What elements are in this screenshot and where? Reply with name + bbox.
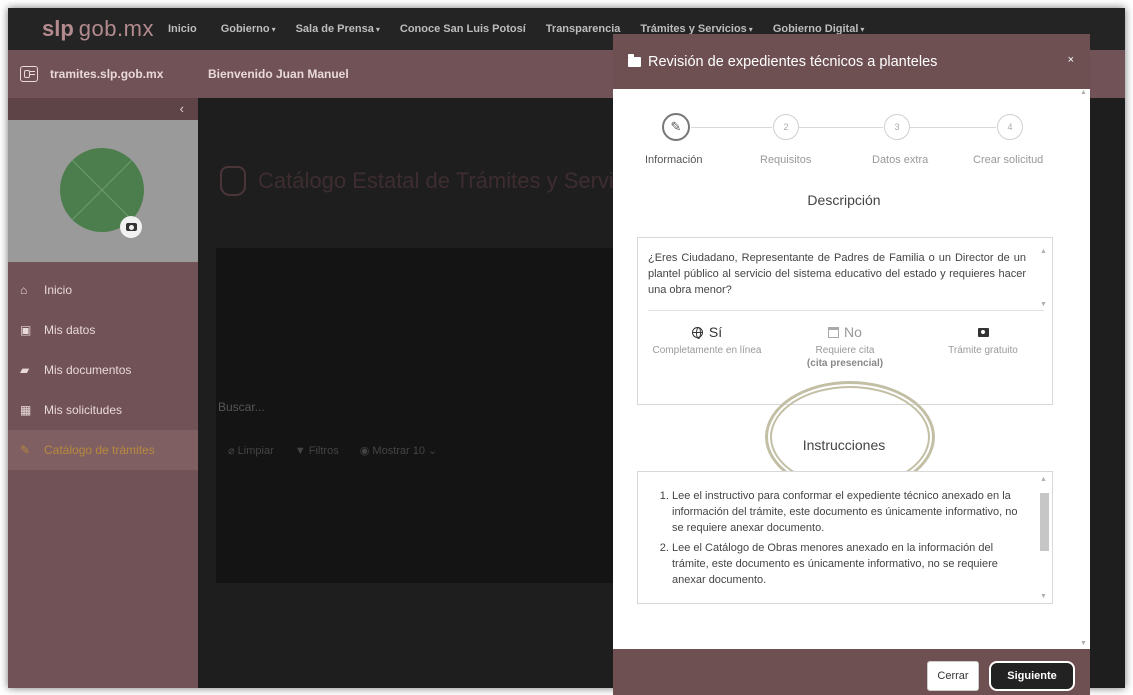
folder-icon — [628, 53, 641, 67]
filters-button[interactable]: ▼ Filtros — [295, 445, 339, 457]
scroll-up-icon[interactable]: ▲ — [1080, 89, 1087, 96]
instruction-item: Lee el instructivo para conformar el exp… — [672, 488, 1024, 536]
description-box: ¿Eres Ciudadano, Representante de Padres… — [637, 237, 1053, 405]
id-icon: ▣ — [20, 323, 32, 337]
sidebar-item-catalogo[interactable]: ✎ Catálogo de trámites — [8, 430, 198, 470]
sidebar: ‹ ⌂ Inicio ▣ Mis datos ▰ Mis documentos … — [8, 98, 198, 688]
chevron-down-icon: ▾ — [748, 25, 753, 34]
sidebar-item-label: Mis solicitudes — [44, 403, 123, 417]
feature-appointment: No Requiere cita (cita presencial) — [776, 323, 914, 370]
sidebar-item-label: Catálogo de trámites — [44, 443, 155, 457]
home-icon: ⌂ — [20, 283, 28, 297]
instructions-list: Lee el instructivo para conformar el exp… — [638, 472, 1052, 598]
feature-free: Trámite gratuito — [914, 323, 1052, 370]
welcome-text: Bienvenido Juan Manuel — [208, 67, 349, 81]
sidebar-menu: ⌂ Inicio ▣ Mis datos ▰ Mis documentos ▦ … — [8, 262, 198, 470]
description-text: ¿Eres Ciudadano, Representante de Padres… — [648, 252, 1026, 296]
sidebar-item-mis-solicitudes[interactable]: ▦ Mis solicitudes — [8, 390, 198, 430]
instruction-item: Lee el Catálogo de Obras menores anexado… — [672, 540, 1024, 588]
wizard-steps: ✎ 2 3 4 Información Requisitos Datos ext… — [613, 112, 1075, 172]
close-button[interactable]: Cerrar — [927, 661, 979, 691]
sidebar-item-mis-documentos[interactable]: ▰ Mis documentos — [8, 350, 198, 390]
scroll-down-icon[interactable]: ▼ — [1040, 301, 1047, 308]
sidebar-item-label: Mis documentos — [44, 363, 132, 377]
chevron-down-icon: ▾ — [860, 25, 865, 34]
online-caption: Completamente en línea — [652, 345, 762, 356]
modal-body: ▲ ▼ ✎ 2 3 4 Información Requisitos Datos… — [613, 89, 1090, 649]
site-link[interactable]: tramites.slp.gob.mx — [8, 66, 208, 82]
feature-online: Sí Completamente en línea — [638, 323, 776, 370]
modal-header: Revisión de expedientes técnicos a plant… — [613, 34, 1090, 89]
step-3[interactable]: 3 — [884, 114, 910, 140]
step-connector — [691, 127, 772, 128]
sidebar-item-label: Inicio — [44, 283, 73, 297]
step-label-datos-extra: Datos extra — [872, 154, 929, 166]
search-input[interactable]: Buscar... — [218, 400, 265, 414]
nav-inicio[interactable]: Inicio — [168, 23, 197, 35]
nav-transparencia[interactable]: Transparencia — [546, 23, 621, 35]
modal-scrollbar[interactable]: ▲ ▼ — [1078, 89, 1090, 649]
sidebar-collapse-button[interactable]: ‹ — [8, 98, 198, 120]
scroll-up-icon[interactable]: ▲ — [1040, 476, 1047, 483]
sidebar-item-mis-datos[interactable]: ▣ Mis datos — [8, 310, 198, 350]
globe-icon — [691, 326, 703, 339]
logo-gob: gob.mx — [78, 16, 154, 41]
sidebar-item-inicio[interactable]: ⌂ Inicio — [8, 270, 198, 310]
id-card-icon — [20, 66, 38, 82]
appointment-extra: (cita presencial) — [806, 358, 884, 369]
modal-footer: Cerrar Siguiente — [613, 649, 1090, 695]
step-4[interactable]: 4 — [997, 114, 1023, 140]
online-value: Sí — [708, 324, 723, 340]
step-2[interactable]: 2 — [773, 114, 799, 140]
description-heading: Descripción — [807, 192, 881, 208]
chevron-left-icon: ‹ — [179, 101, 184, 116]
instructions-box: Lee el instructivo para conformar el exp… — [637, 471, 1053, 604]
folder-open-icon: ▰ — [20, 363, 30, 377]
instructions-scrollbar[interactable]: ▲ ▼ — [1040, 476, 1049, 600]
page-title: Catálogo Estatal de Trámites y Servicios — [220, 166, 653, 196]
description-scrollbar[interactable]: ▲ ▼ — [1040, 248, 1049, 308]
catalog-toolbar: ⌀ Limpiar ▼ Filtros ◉ Mostrar 10 ⌄ — [228, 444, 455, 457]
site-name: tramites.slp.gob.mx — [50, 67, 164, 81]
modal-title: Revisión de expedientes técnicos a plant… — [648, 53, 938, 70]
next-button[interactable]: Siguiente — [989, 661, 1075, 691]
nav-gobierno[interactable]: Gobierno ▾ — [221, 23, 276, 35]
scroll-up-icon[interactable]: ▲ — [1040, 248, 1047, 255]
clear-button[interactable]: ⌀ Limpiar — [228, 445, 274, 457]
step-1-pencil-icon[interactable]: ✎ — [662, 113, 690, 141]
instructions-heading: Instrucciones — [802, 437, 886, 453]
slp-logo[interactable]: slp gob.mx — [42, 16, 154, 42]
feature-row: Sí Completamente en línea No Requiere ci… — [638, 311, 1052, 370]
step-label-crear-solicitud: Crear solicitud — [973, 154, 1044, 166]
appointment-caption: Requiere cita — [815, 345, 875, 356]
show-entries-select[interactable]: ◉ Mostrar 10 ⌄ — [360, 445, 438, 457]
grid-icon: ▦ — [20, 403, 32, 417]
logo-slp: slp — [42, 16, 74, 41]
nav-conoce-slp[interactable]: Conoce San Luis Potosí — [400, 23, 526, 35]
profile-panel — [8, 120, 198, 262]
step-connector — [910, 127, 996, 128]
catalog-panel — [216, 248, 646, 583]
step-label-requisitos: Requisitos — [760, 154, 812, 166]
scrollbar-thumb[interactable] — [1040, 493, 1049, 551]
step-label-informacion: Información — [645, 154, 703, 166]
scroll-down-icon[interactable]: ▼ — [1080, 640, 1087, 647]
free-caption: Trámite gratuito — [948, 345, 1018, 356]
tramite-modal: Revisión de expedientes técnicos a plant… — [613, 34, 1090, 695]
step-connector — [799, 127, 883, 128]
calendar-icon — [828, 326, 840, 338]
appointment-value: No — [844, 324, 862, 340]
close-icon[interactable]: × — [1068, 54, 1074, 66]
hand-icon — [220, 166, 246, 196]
scroll-down-icon[interactable]: ▼ — [1040, 593, 1047, 600]
sidebar-item-label: Mis datos — [44, 323, 96, 337]
money-icon — [977, 327, 989, 337]
camera-icon[interactable] — [120, 216, 142, 238]
catalog-icon: ✎ — [20, 443, 31, 457]
nav-sala-de-prensa[interactable]: Sala de Prensa ▾ — [296, 23, 380, 35]
chevron-down-icon: ▾ — [375, 25, 380, 34]
chevron-down-icon: ▾ — [271, 25, 276, 34]
